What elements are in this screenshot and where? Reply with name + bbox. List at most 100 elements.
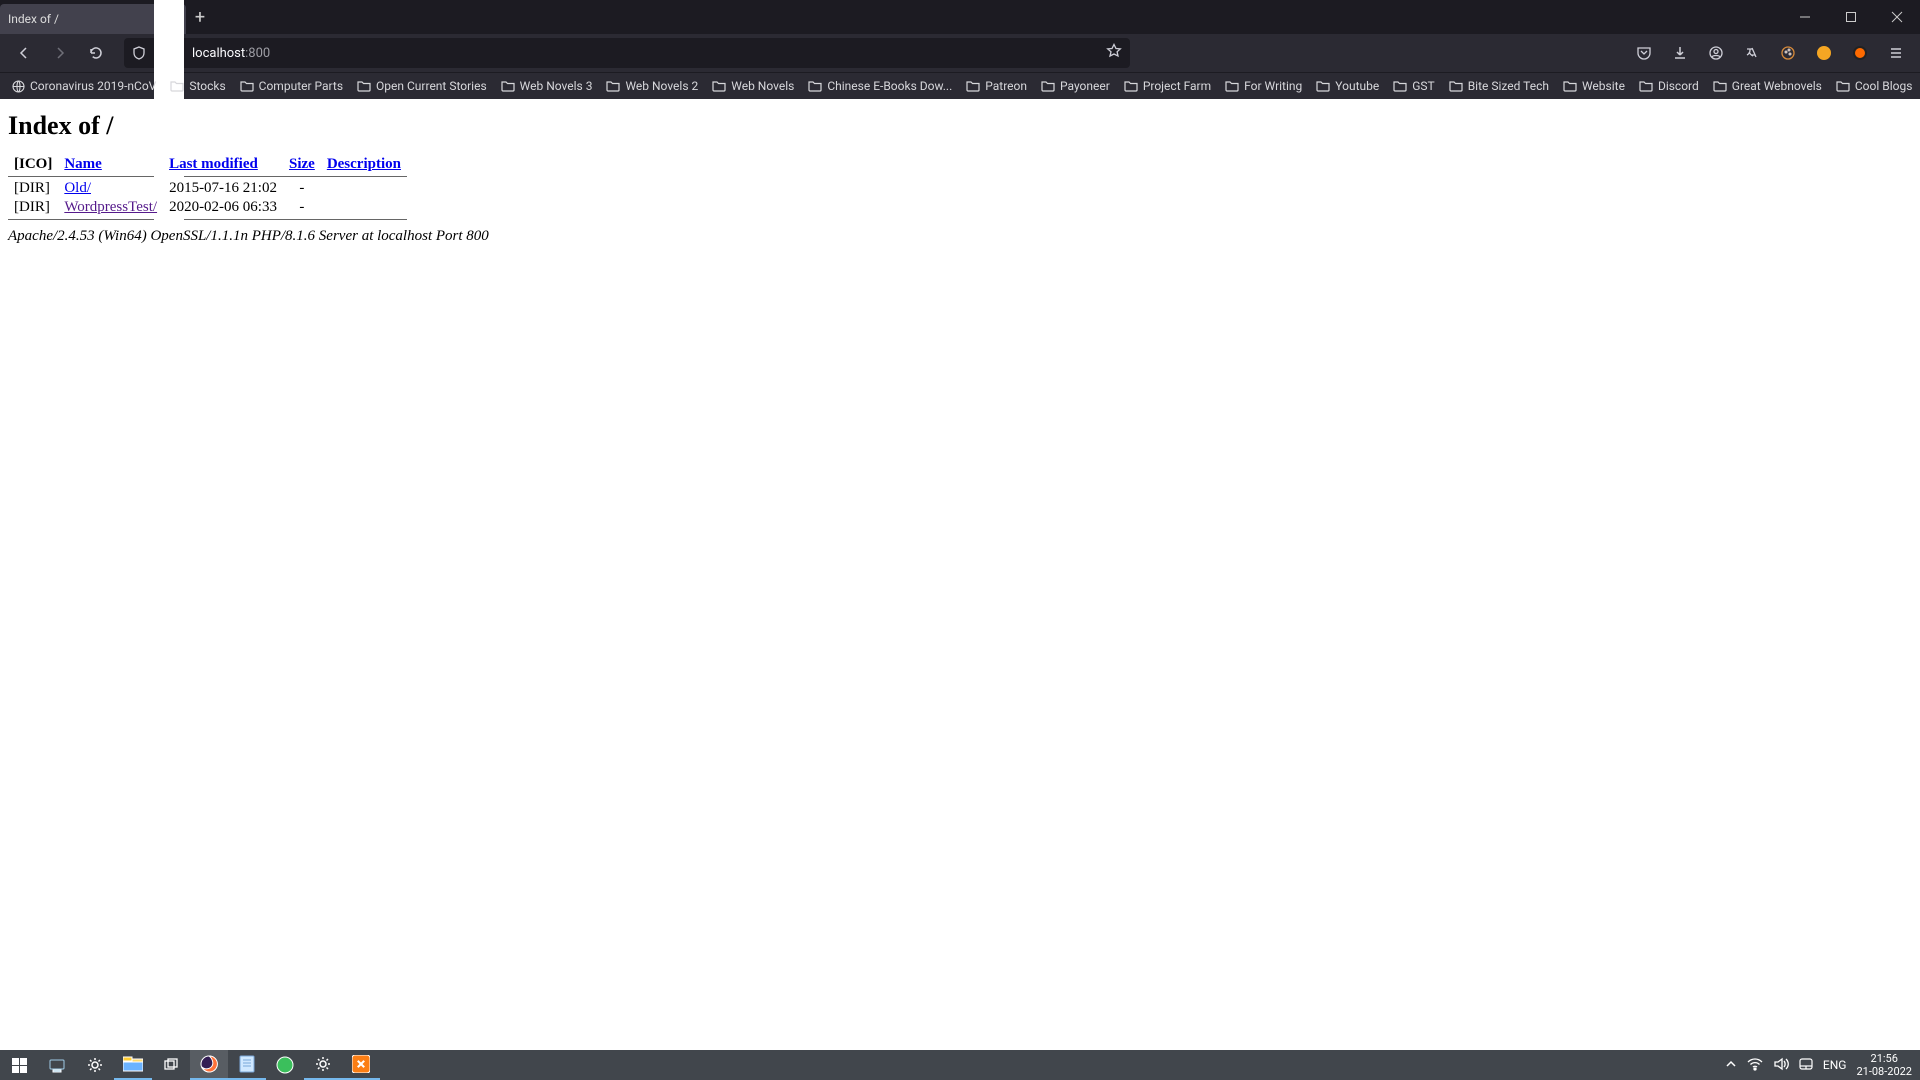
tray-overflow-icon[interactable] bbox=[1725, 1058, 1737, 1073]
task-app-green[interactable] bbox=[266, 1050, 304, 1080]
col-ico: [ICO] bbox=[8, 155, 58, 174]
bookmark-label: Bite Sized Tech bbox=[1468, 79, 1549, 93]
pocket-icon[interactable] bbox=[1628, 37, 1660, 69]
bookmark-item[interactable]: Coronavirus 2019-nCoV bbox=[6, 76, 162, 96]
col-name-sort[interactable]: Name bbox=[64, 156, 102, 172]
bookmark-item[interactable]: Payoneer bbox=[1035, 76, 1116, 96]
system-tray: ENG 21:56 21-08-2022 bbox=[1717, 1052, 1920, 1078]
start-button[interactable] bbox=[0, 1050, 38, 1080]
directory-listing-table: [ICO] Name Last modified Size Descriptio… bbox=[8, 155, 407, 222]
new-tab-button[interactable]: + bbox=[186, 3, 214, 31]
extension-translate-icon[interactable] bbox=[1736, 37, 1768, 69]
bookmark-label: Web Novels 2 bbox=[625, 79, 698, 93]
touchpad-icon[interactable] bbox=[1799, 1057, 1813, 1074]
row-description bbox=[321, 179, 407, 198]
bookmark-item[interactable]: Open Current Stories bbox=[351, 76, 493, 96]
bookmark-item[interactable]: Great Webnovels bbox=[1707, 76, 1828, 96]
extension-icon-a[interactable] bbox=[1808, 37, 1840, 69]
col-size-sort[interactable]: Size bbox=[289, 156, 315, 172]
bookmark-item[interactable]: Web Novels 2 bbox=[600, 76, 704, 96]
taskbar-clock[interactable]: 21:56 21-08-2022 bbox=[1856, 1052, 1912, 1078]
row-modified: 2015-07-16 21:02 bbox=[163, 179, 283, 198]
bookmark-item[interactable]: Stocks bbox=[164, 76, 231, 96]
window-close-button[interactable] bbox=[1874, 0, 1920, 34]
nav-back-button[interactable] bbox=[8, 37, 40, 69]
shield-icon[interactable] bbox=[132, 46, 146, 60]
bookmark-item[interactable]: Discord bbox=[1633, 76, 1705, 96]
bookmark-label: Patreon bbox=[985, 79, 1027, 93]
bookmark-item[interactable]: Patreon bbox=[960, 76, 1033, 96]
bookmark-label: Great Webnovels bbox=[1732, 79, 1822, 93]
language-indicator[interactable]: ENG bbox=[1823, 1058, 1847, 1072]
volume-icon[interactable] bbox=[1773, 1057, 1789, 1074]
directory-link[interactable]: Old/ bbox=[64, 180, 91, 196]
bookmark-item[interactable]: Web Novels 3 bbox=[495, 76, 599, 96]
bookmark-label: Payoneer bbox=[1060, 79, 1110, 93]
bookmark-item[interactable]: GST bbox=[1387, 76, 1440, 96]
app-menu-button[interactable] bbox=[1880, 37, 1912, 69]
bookmark-label: GST bbox=[1412, 79, 1434, 93]
task-notepad[interactable] bbox=[228, 1050, 266, 1080]
wifi-icon[interactable] bbox=[1747, 1057, 1763, 1074]
col-description-sort[interactable]: Description bbox=[327, 156, 401, 172]
bookmark-item[interactable]: Cool Blogs bbox=[1830, 76, 1919, 96]
svg-text:✕: ✕ bbox=[356, 1059, 365, 1071]
clock-time: 21:56 bbox=[1856, 1052, 1912, 1065]
row-ico: [DIR] bbox=[8, 179, 58, 198]
window-maximize-button[interactable] bbox=[1828, 0, 1874, 34]
task-firefox[interactable] bbox=[190, 1050, 228, 1080]
windows-taskbar: ✕ ENG 21:56 21-08-2022 bbox=[0, 1050, 1920, 1080]
bookmark-label: Web Novels 3 bbox=[520, 79, 593, 93]
url-text: localhost:800 bbox=[192, 46, 1098, 61]
task-app-1[interactable] bbox=[38, 1050, 76, 1080]
task-virtual-desktops[interactable] bbox=[152, 1050, 190, 1080]
extension-noscript-icon[interactable] bbox=[1844, 37, 1876, 69]
page-heading: Index of / bbox=[8, 111, 1912, 141]
bookmark-star-icon[interactable] bbox=[1106, 43, 1122, 63]
bookmark-label: Website bbox=[1582, 79, 1625, 93]
address-bar[interactable]: localhost:800 bbox=[124, 38, 1130, 68]
bookmark-label: Project Farm bbox=[1143, 79, 1211, 93]
row-ico: [DIR] bbox=[8, 198, 58, 217]
bookmark-item[interactable]: For Writing bbox=[1219, 76, 1308, 96]
table-row: [DIR] Old/2015-07-16 21:02- bbox=[8, 179, 407, 198]
row-size: - bbox=[283, 198, 321, 217]
bookmark-item[interactable]: Bite Sized Tech bbox=[1443, 76, 1555, 96]
nav-reload-button[interactable] bbox=[80, 37, 112, 69]
account-icon[interactable] bbox=[1700, 37, 1732, 69]
row-modified: 2020-02-06 06:33 bbox=[163, 198, 283, 217]
task-xampp[interactable]: ✕ bbox=[342, 1050, 380, 1080]
task-settings-2[interactable] bbox=[304, 1050, 342, 1080]
task-settings-1[interactable] bbox=[76, 1050, 114, 1080]
extension-cookie-icon[interactable] bbox=[1772, 37, 1804, 69]
bookmark-label: Open Current Stories bbox=[376, 79, 487, 93]
row-size: - bbox=[283, 179, 321, 198]
clock-date: 21-08-2022 bbox=[1856, 1065, 1912, 1078]
bookmark-item[interactable]: Web Novels bbox=[706, 76, 800, 96]
server-signature: Apache/2.4.53 (Win64) OpenSSL/1.1.1n PHP… bbox=[8, 228, 1912, 245]
nav-forward-button[interactable] bbox=[44, 37, 76, 69]
page-content: Index of / [ICO] Name Last modified Size… bbox=[0, 99, 1920, 1063]
bookmark-label: Coronavirus 2019-nCoV bbox=[30, 79, 156, 93]
tab-title: Index of / bbox=[8, 12, 167, 26]
bookmark-label: Chinese E-Books Dow... bbox=[827, 79, 952, 93]
bookmark-label: Cool Blogs bbox=[1855, 79, 1913, 93]
bookmark-label: Web Novels bbox=[731, 79, 794, 93]
downloads-icon[interactable] bbox=[1664, 37, 1696, 69]
col-modified-sort[interactable]: Last modified bbox=[169, 156, 258, 172]
task-file-explorer[interactable] bbox=[114, 1050, 152, 1080]
bookmark-item[interactable]: Chinese E-Books Dow... bbox=[802, 76, 958, 96]
window-titlebar: Index of / × + bbox=[0, 0, 1920, 34]
table-row: [DIR] WordpressTest/2020-02-06 06:33- bbox=[8, 198, 407, 217]
bookmark-item[interactable]: Website bbox=[1557, 76, 1631, 96]
bookmark-item[interactable]: Computer Parts bbox=[234, 76, 349, 96]
bookmark-label: Computer Parts bbox=[259, 79, 343, 93]
bookmark-label: For Writing bbox=[1244, 79, 1302, 93]
window-minimize-button[interactable] bbox=[1782, 0, 1828, 34]
table-header-row: [ICO] Name Last modified Size Descriptio… bbox=[8, 155, 407, 174]
bookmark-item[interactable]: Youtube bbox=[1310, 76, 1385, 96]
bookmark-item[interactable]: Project Farm bbox=[1118, 76, 1217, 96]
browser-toolbar: localhost:800 bbox=[0, 34, 1920, 72]
directory-link[interactable]: WordpressTest/ bbox=[64, 199, 157, 215]
bookmark-label: Youtube bbox=[1335, 79, 1379, 93]
